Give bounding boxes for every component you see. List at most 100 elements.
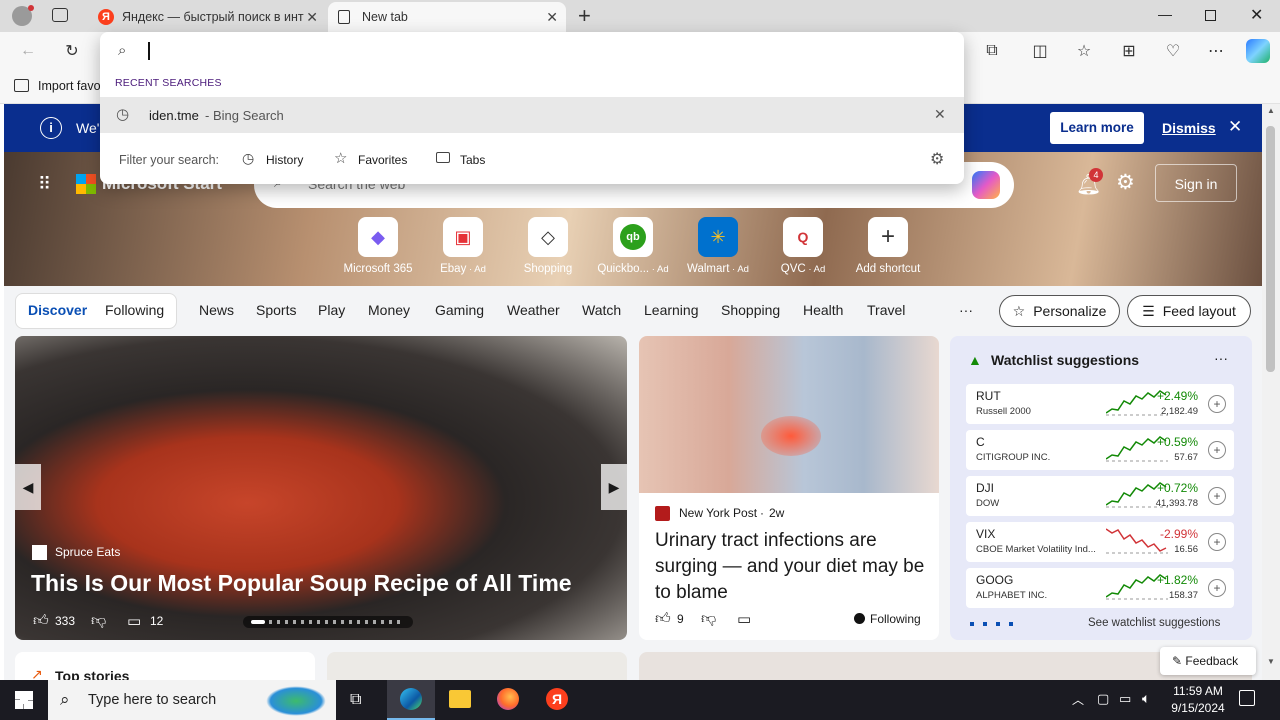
sign-in-button[interactable]: Sign in xyxy=(1155,164,1237,202)
import-favorites-link[interactable]: Import favo xyxy=(38,79,101,93)
quick-link-walmart[interactable]: ✳ Walmart · Ad xyxy=(678,217,758,275)
tab-new-tab[interactable]: New tab ✕ xyxy=(328,2,566,32)
comment-icon[interactable]: ▭ xyxy=(737,610,751,628)
quick-link-qvc[interactable]: Q QVC · Ad xyxy=(763,217,843,275)
nav-watch[interactable]: Watch xyxy=(582,302,621,318)
notifications-icon[interactable] xyxy=(1239,690,1255,706)
watchlist-row[interactable]: RUT Russell 2000 +2.49% 2,182.49 + xyxy=(966,384,1234,424)
nav-travel[interactable]: Travel xyxy=(867,302,905,318)
dismiss-link[interactable]: Dismiss xyxy=(1162,120,1216,136)
nav-shopping[interactable]: Shopping xyxy=(721,302,780,318)
task-view-icon[interactable]: ⧉ xyxy=(350,691,361,709)
feedback-button[interactable]: ✎ Feedback xyxy=(1160,647,1256,675)
like-icon[interactable]: 👍︎ xyxy=(655,610,671,628)
edge-taskbar-icon[interactable] xyxy=(387,680,435,720)
add-to-watchlist-icon[interactable]: + xyxy=(1208,579,1226,597)
close-tab-icon[interactable]: ✕ xyxy=(306,9,318,26)
tab-yandex[interactable]: Я Яндекс — быстрый поиск в инт ✕ xyxy=(88,2,326,32)
volume-icon[interactable]: 🔈︎ xyxy=(1142,690,1150,707)
personalize-button[interactable]: ☆ Personalize xyxy=(999,295,1120,327)
tray-chevron-icon[interactable]: ︿ xyxy=(1072,691,1084,708)
comment-icon[interactable]: ▭ xyxy=(127,612,141,630)
recent-search-row[interactable]: ◷ iden.tme - Bing Search ✕ xyxy=(100,97,964,133)
add-to-watchlist-icon[interactable]: + xyxy=(1208,533,1226,551)
filter-favorites[interactable]: Favorites xyxy=(358,153,407,167)
filter-tabs[interactable]: Tabs xyxy=(460,153,485,167)
back-icon[interactable]: ← xyxy=(16,39,40,63)
scrollbar-thumb[interactable] xyxy=(1266,126,1275,372)
clock-date[interactable]: 9/15/2024 xyxy=(1164,701,1232,715)
hero-title[interactable]: This Is Our Most Popular Soup Recipe of … xyxy=(31,570,621,597)
nav-learning[interactable]: Learning xyxy=(644,302,699,318)
nav-weather[interactable]: Weather xyxy=(507,302,560,318)
watchlist-row[interactable]: GOOG ALPHABET INC. +1.82% 158.37 + xyxy=(966,568,1234,608)
refresh-icon[interactable]: ↻ xyxy=(60,39,84,63)
minimize-icon[interactable]: — xyxy=(1158,6,1172,22)
add-to-watchlist-icon[interactable]: + xyxy=(1208,441,1226,459)
address-input-caret[interactable] xyxy=(148,42,150,60)
copilot-search-icon[interactable] xyxy=(972,171,1000,199)
scroll-down-icon[interactable]: ▼ xyxy=(1267,657,1275,666)
following-label[interactable]: Following xyxy=(870,612,921,626)
split-screen-icon[interactable]: ◫ xyxy=(1028,39,1052,63)
more-menu-icon[interactable]: ⋯ xyxy=(1204,39,1228,63)
scrollbar[interactable]: ▲ ▼ xyxy=(1262,104,1280,680)
quick-link-shopping[interactable]: ◇ Shopping xyxy=(508,217,588,275)
see-watchlist-link[interactable]: See watchlist suggestions xyxy=(1088,617,1220,629)
close-window-icon[interactable]: ✕ xyxy=(1250,5,1263,25)
quick-link-microsoft365[interactable]: ◆ Microsoft 365 xyxy=(338,217,418,275)
nav-money[interactable]: Money xyxy=(368,302,410,318)
add-to-watchlist-icon[interactable]: + xyxy=(1208,487,1226,505)
nav-more-icon[interactable]: ··· xyxy=(959,302,973,318)
tray-device-icon[interactable]: ▢ xyxy=(1097,691,1109,707)
tab-following[interactable]: Following xyxy=(105,302,164,318)
quick-link-ebay[interactable]: ▣ Ebay · Ad xyxy=(423,217,503,275)
taskbar-search-box[interactable]: ⌕ Type here to search xyxy=(48,680,336,720)
new-tab-icon[interactable]: + xyxy=(578,3,591,29)
nav-gaming[interactable]: Gaming xyxy=(435,302,484,318)
filter-history[interactable]: History xyxy=(266,153,303,167)
close-notice-icon[interactable]: ✕ xyxy=(1228,117,1242,137)
add-to-watchlist-icon[interactable]: + xyxy=(1208,395,1226,413)
quick-link-add-shortcut[interactable]: + Add shortcut xyxy=(848,217,928,275)
like-icon[interactable]: 👍︎ xyxy=(33,612,49,630)
search-settings-gear-icon[interactable]: ⚙ xyxy=(930,149,944,169)
hero-story-card[interactable]: ◀ ▶ Spruce Eats This Is Our Most Popular… xyxy=(15,336,627,640)
nav-news[interactable]: News xyxy=(199,302,234,318)
apps-grid-icon[interactable]: ⠿ xyxy=(38,174,52,195)
settings-gear-icon[interactable]: ⚙ xyxy=(1116,170,1135,195)
feed-layout-button[interactable]: ☰ Feed layout xyxy=(1127,295,1251,327)
clock-time[interactable]: 11:59 AM xyxy=(1168,684,1228,698)
favorites-star-icon[interactable]: ☆ xyxy=(1072,39,1096,63)
watchlist-more-icon[interactable]: ··· xyxy=(1214,350,1228,366)
network-icon[interactable]: ▭ xyxy=(1119,691,1131,707)
quick-link-quickbooks[interactable]: qb Quickbo... · Ad xyxy=(593,217,673,275)
close-tab-icon[interactable]: ✕ xyxy=(546,9,558,26)
collections-icon[interactable]: ⊞ xyxy=(1117,39,1141,63)
dislike-icon[interactable]: 👎︎ xyxy=(91,612,106,630)
nav-play[interactable]: Play xyxy=(318,302,345,318)
nav-sports[interactable]: Sports xyxy=(256,302,296,318)
carousel-prev-icon[interactable]: ◀ xyxy=(15,464,41,510)
watchlist-row[interactable]: C CITIGROUP INC. +0.59% 57.67 + xyxy=(966,430,1234,470)
firefox-icon[interactable] xyxy=(497,688,519,710)
file-explorer-icon[interactable] xyxy=(449,690,471,708)
remove-suggestion-icon[interactable]: ✕ xyxy=(934,106,946,123)
carousel-next-icon[interactable]: ▶ xyxy=(601,464,627,510)
tab-actions-icon[interactable] xyxy=(52,8,68,22)
watchlist-row[interactable]: VIX CBOE Market Volatility Ind... -2.99% 16… xyxy=(966,522,1234,562)
scroll-up-icon[interactable]: ▲ xyxy=(1267,106,1275,115)
story-title[interactable]: Urinary tract infections are surging — a… xyxy=(655,528,931,606)
performance-icon[interactable]: ♡ xyxy=(1161,39,1185,63)
dislike-icon[interactable]: 👎︎ xyxy=(701,610,716,628)
copilot-icon[interactable] xyxy=(1246,39,1270,63)
watchlist-row[interactable]: DJI DOW +0.72% 41,393.78 + xyxy=(966,476,1234,516)
extensions-icon[interactable]: ⧉ xyxy=(980,39,1004,63)
yandex-browser-icon[interactable]: Я xyxy=(546,688,568,710)
news-story-card[interactable]: New York Post · 2w Urinary tract infecti… xyxy=(639,336,939,640)
restore-icon[interactable] xyxy=(1205,10,1216,21)
story-card-bottom[interactable] xyxy=(327,652,627,680)
learn-more-button[interactable]: Learn more xyxy=(1050,112,1144,144)
tab-discover[interactable]: Discover xyxy=(28,302,87,318)
nav-health[interactable]: Health xyxy=(803,302,843,318)
